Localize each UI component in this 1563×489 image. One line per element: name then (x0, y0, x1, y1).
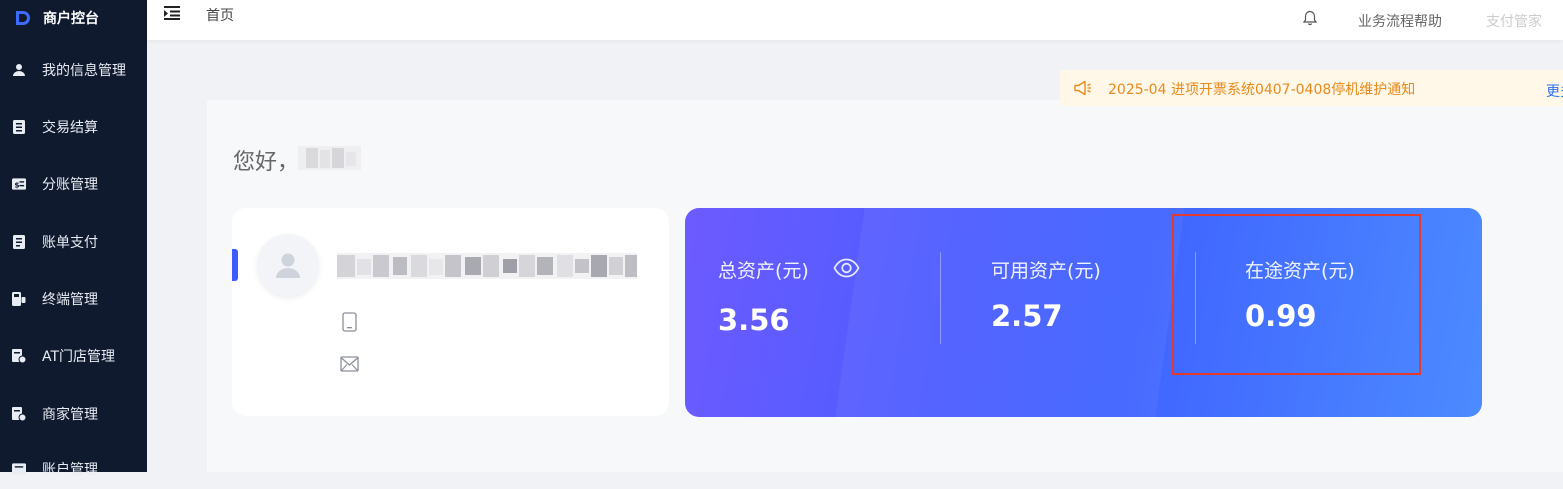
user-icon (12, 63, 26, 77)
ledger-icon (12, 120, 26, 134)
sidebar-item-trade-settlement[interactable]: 交易结算 (0, 107, 147, 147)
split-icon: $ (12, 177, 26, 191)
megaphone-icon (1074, 80, 1091, 96)
profile-accent-bar (232, 249, 238, 281)
avatar[interactable] (257, 234, 319, 296)
asset-divider (940, 252, 941, 344)
sidebar-item-label: 账单支付 (42, 235, 98, 251)
sidebar-item-label: 终端管理 (42, 292, 98, 308)
sidebar: 商户控台 我的信息管理 交易结算 $ 分账管理 账单支付 终端管理 AT门店管理… (0, 0, 147, 478)
account-icon (12, 462, 26, 476)
sidebar-item-label: AT门店管理 (42, 349, 116, 365)
business-flow-help-link[interactable]: 业务流程帮助 (1358, 11, 1442, 31)
eye-icon[interactable] (833, 258, 860, 278)
blurred-username (298, 146, 361, 170)
sidebar-item-label: 账户管理 (42, 462, 98, 478)
greeting-text: 您好， (233, 150, 300, 175)
notice-bar[interactable]: 2025-04 进项开票系统0407-0408停机维护通知 更多 (1060, 70, 1563, 106)
app-logo[interactable]: 商户控台 (0, 0, 147, 36)
payment-butler-link[interactable]: 支付管家 (1486, 11, 1542, 31)
terminal-icon (12, 292, 26, 306)
sidebar-item-at-store-management[interactable]: AT门店管理 (0, 336, 147, 376)
bell-icon[interactable] (1302, 10, 1318, 26)
menu-fold-icon[interactable] (164, 5, 180, 21)
svg-text:$: $ (14, 180, 19, 189)
app-title: 商户控台 (43, 11, 99, 27)
available-assets: 可用资产(元) 2.57 (991, 256, 1101, 333)
sidebar-item-label: 分账管理 (42, 177, 98, 193)
notice-more-link[interactable]: 更多 (1546, 81, 1563, 101)
total-assets: 总资产(元) 3.56 (718, 256, 809, 337)
available-assets-value: 2.57 (991, 299, 1063, 333)
sidebar-item-split-management[interactable]: $ 分账管理 (0, 164, 147, 204)
sidebar-item-label: 商家管理 (42, 407, 98, 423)
available-assets-label: 可用资产(元) (991, 260, 1101, 282)
sidebar-item-terminal-management[interactable]: 终端管理 (0, 279, 147, 319)
user-avatar-icon (276, 253, 300, 278)
sidebar-item-account-management[interactable]: 账户管理 (0, 449, 147, 489)
phone-icon (342, 312, 357, 332)
sidebar-item-merchant-management[interactable]: 商家管理 (0, 394, 147, 434)
merchant-icon (12, 407, 26, 421)
sidebar-item-bill-payment[interactable]: 账单支付 (0, 222, 147, 262)
top-header: 首页 业务流程帮助 支付管家 (147, 0, 1563, 40)
blurred-merchant-name (337, 253, 637, 279)
brand-d-logo-icon (16, 11, 30, 25)
store-icon (12, 349, 26, 363)
notice-text[interactable]: 2025-04 进项开票系统0407-0408停机维护通知 (1108, 79, 1415, 99)
in-transit-highlight-box (1172, 214, 1421, 375)
bill-icon (12, 235, 26, 249)
sidebar-item-label: 交易结算 (42, 120, 98, 136)
total-assets-value: 3.56 (718, 303, 790, 337)
sidebar-item-label: 我的信息管理 (42, 63, 126, 79)
sidebar-item-my-info[interactable]: 我的信息管理 (0, 50, 147, 90)
total-assets-label: 总资产(元) (718, 260, 809, 282)
breadcrumb-home[interactable]: 首页 (206, 5, 234, 25)
mail-icon (340, 356, 359, 372)
